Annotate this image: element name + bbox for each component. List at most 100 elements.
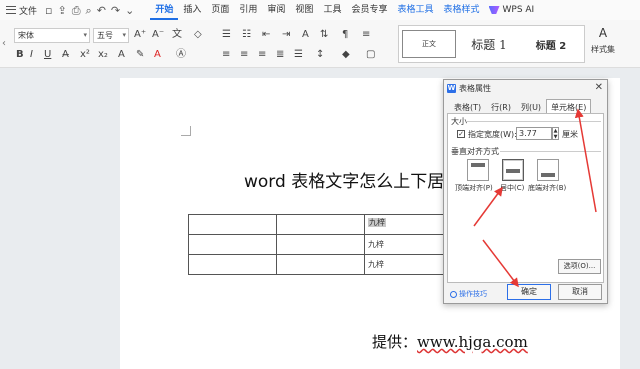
tab-member[interactable]: 会员专享 [346, 0, 392, 20]
highlight-icon[interactable]: ✎ [136, 50, 144, 60]
superscript-icon[interactable]: x² [80, 50, 90, 60]
size-section-label: 大小 [451, 117, 467, 126]
font-color-icon[interactable]: A [154, 50, 161, 60]
valign-center-button[interactable] [502, 159, 524, 181]
underline-icon[interactable]: U [44, 50, 51, 60]
chevron-down-icon: ▾ [83, 31, 87, 39]
show-marks-icon[interactable]: ¶ [342, 30, 348, 40]
preview-icon[interactable]: ⌕ [86, 5, 92, 16]
document-heading[interactable]: word 表格文字怎么上下居 [244, 167, 444, 192]
tab-view[interactable]: 视图 [290, 0, 318, 20]
table-cell[interactable] [276, 214, 365, 235]
wps-ai-label: WPS AI [502, 5, 535, 15]
wps-ai-button[interactable]: WPS AI [488, 5, 535, 15]
increase-indent-icon[interactable]: ⇥ [282, 30, 290, 40]
save-icon[interactable]: ▫ [45, 5, 52, 16]
shrink-font-icon[interactable]: A⁻ [152, 30, 164, 40]
chinese-layout-icon[interactable]: A [302, 30, 309, 40]
bullet-list-icon[interactable]: ☰ [222, 30, 231, 40]
align-left-icon[interactable]: ≡ [222, 50, 230, 60]
undo-icon[interactable]: ↶ [97, 5, 106, 16]
style-normal[interactable]: 正文 [402, 30, 456, 58]
grow-font-icon[interactable]: A⁺ [134, 30, 146, 40]
ok-button[interactable]: 确定 [507, 284, 551, 300]
tab-page[interactable]: 页面 [206, 0, 234, 20]
tab-home[interactable]: 开始 [150, 0, 179, 20]
sort-icon[interactable]: ⇅ [320, 30, 328, 40]
divider [500, 151, 601, 152]
valign-bottom-icon [541, 173, 555, 177]
tab-review[interactable]: 审阅 [262, 0, 290, 20]
scroll-left-icon[interactable]: ‹ [2, 38, 6, 49]
table-cell[interactable] [188, 254, 277, 275]
cancel-button[interactable]: 取消 [558, 284, 602, 300]
tips-label: 操作技巧 [459, 290, 487, 298]
valign-bottom-label[interactable]: 底端对齐(B) [528, 183, 566, 193]
style-set-icon: A [598, 26, 608, 40]
strikethrough-icon[interactable]: A̶ [62, 50, 69, 60]
export-icon[interactable]: ⇪ [57, 5, 66, 16]
table-cell[interactable] [276, 234, 365, 255]
redo-icon[interactable]: ↷ [111, 5, 120, 16]
width-input[interactable]: 3.77 [516, 127, 552, 140]
width-spinner[interactable]: ▲ ▼ [552, 127, 559, 140]
table-cell[interactable] [188, 234, 277, 255]
menu-icon[interactable] [6, 6, 16, 14]
options-button[interactable]: 选项(O)... [558, 259, 601, 274]
italic-icon[interactable]: I [30, 50, 33, 60]
table-cell-selected[interactable]: 九梓 [364, 214, 455, 235]
align-right-icon[interactable]: ≡ [258, 50, 266, 60]
print-icon[interactable]: ⎙ [72, 5, 81, 16]
shading-icon[interactable]: ◆ [342, 50, 350, 60]
subscript-icon[interactable]: x₂ [98, 50, 108, 60]
valign-top-button[interactable] [467, 159, 489, 181]
tab-insert[interactable]: 插入 [178, 0, 206, 20]
distribute-icon[interactable]: ☰ [294, 50, 303, 60]
bold-icon[interactable]: B [16, 50, 24, 60]
width-unit[interactable]: 厘米 [562, 129, 578, 140]
table-cell[interactable]: 九梓 [364, 234, 455, 255]
tab-tools[interactable]: 工具 [318, 0, 346, 20]
file-menu[interactable]: 文件 [19, 4, 37, 17]
more-icon[interactable]: ⌄ [125, 5, 134, 16]
specify-width-checkbox[interactable]: ✓ [457, 130, 465, 138]
table-cell[interactable] [188, 214, 277, 235]
font-size-select[interactable]: 五号 ▾ [93, 28, 129, 43]
clear-format-icon[interactable]: ◇ [194, 30, 202, 40]
line-spacing-icon[interactable]: ≡ [362, 30, 370, 40]
decrease-indent-icon[interactable]: ⇤ [262, 30, 270, 40]
dialog-title: 表格属性 [459, 84, 491, 93]
text-effect-icon[interactable]: A [118, 50, 125, 60]
tab-table-style[interactable]: 表格样式 [438, 0, 484, 20]
style-set-button[interactable]: A 样式集 [586, 24, 620, 64]
table-properties-dialog: W 表格属性 ✕ 表格(T) 行(R) 列(U) 单元格(E) 大小 ✓ 指定宽… [443, 79, 608, 304]
font-size-value: 五号 [97, 31, 113, 40]
tab-table-tools[interactable]: 表格工具 [392, 0, 438, 20]
style-heading-2[interactable]: 标题 2 [523, 30, 579, 58]
font-name-select[interactable]: 宋体 ▾ [14, 28, 90, 43]
paragraph-spacing-icon[interactable]: ↕ [316, 50, 324, 60]
valign-center-label[interactable]: 居中(C) [500, 183, 524, 193]
provided-url[interactable]: www.hjga.com [417, 333, 528, 351]
table-cell[interactable] [276, 254, 365, 275]
justify-icon[interactable]: ≣ [276, 50, 284, 60]
valign-bottom-button[interactable] [537, 159, 559, 181]
numbered-list-icon[interactable]: ☷ [242, 30, 251, 40]
pinyin-icon[interactable]: 文 [172, 30, 182, 40]
dialog-title-bar[interactable]: W 表格属性 [444, 80, 607, 97]
tab-references[interactable]: 引用 [234, 0, 262, 20]
document-table[interactable]: 九梓 九梓 九梓 [188, 214, 455, 275]
quick-access-toolbar: ▫ ⇪ ⎙ ⌕ ↶ ↷ ⌄ [45, 5, 134, 16]
style-heading-1[interactable]: 标题 1 [461, 30, 517, 58]
tips-link[interactable]: 操作技巧 [450, 289, 487, 299]
border-char-icon[interactable]: Ⓐ [176, 50, 186, 60]
tips-icon [450, 290, 457, 298]
close-icon[interactable]: ✕ [595, 82, 603, 93]
align-center-icon[interactable]: ≡ [240, 50, 248, 60]
valign-top-icon [471, 163, 485, 167]
valign-top-label[interactable]: 顶端对齐(P) [455, 183, 493, 193]
table-cell[interactable]: 九梓 [364, 254, 455, 275]
border-icon[interactable]: ▢ [366, 50, 375, 60]
table-row: 九梓 [188, 234, 455, 255]
divider [466, 121, 601, 122]
